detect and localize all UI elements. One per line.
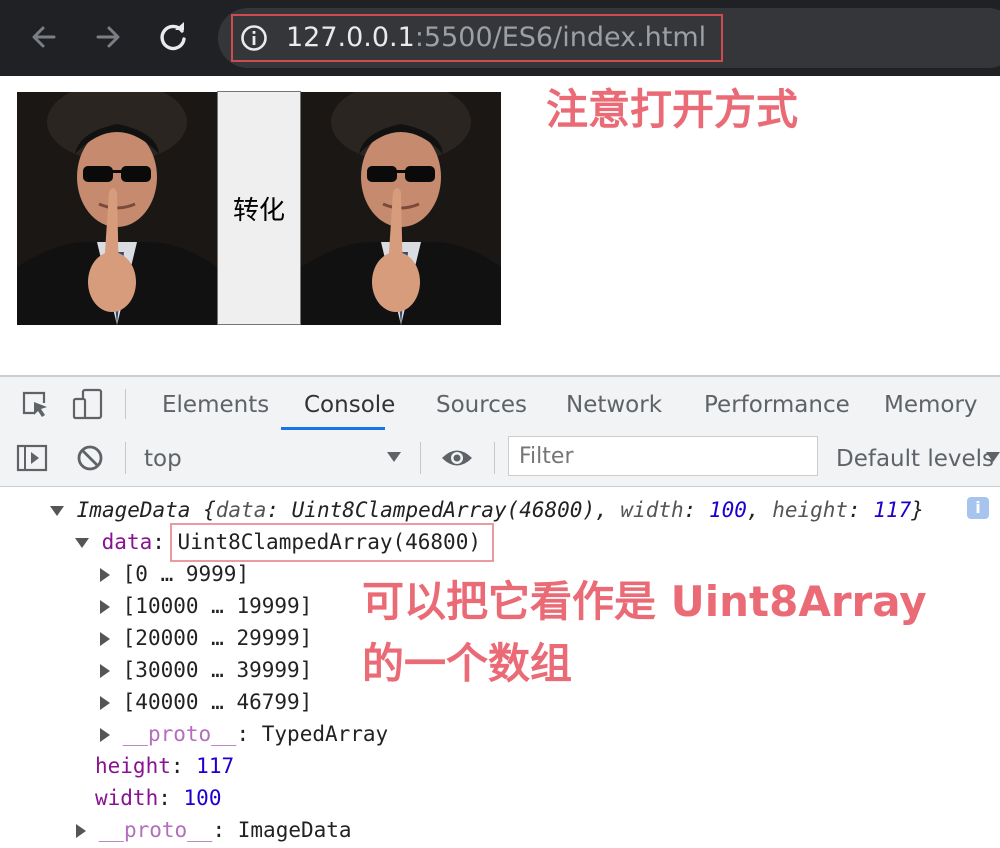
expand-triangle-icon[interactable] — [100, 600, 110, 614]
proto-key: __proto__ — [122, 722, 237, 746]
tab-performance[interactable]: Performance — [704, 377, 850, 430]
summary-open: { — [203, 498, 216, 522]
convert-button[interactable]: 转化 — [217, 91, 301, 325]
summary-width-value: 100 — [708, 498, 747, 522]
console-toolbar: top Default levels — [0, 432, 1000, 487]
console-row-proto-imagedata[interactable]: __proto__: ImageData — [76, 816, 352, 844]
summary-height-key: height — [772, 498, 849, 522]
range-label: [40000 … 46799] — [122, 690, 313, 714]
expand-triangle-icon[interactable] — [76, 824, 86, 838]
levels-chevron-down-icon[interactable] — [986, 452, 1000, 462]
summary-close: } — [911, 498, 924, 522]
source-image — [17, 92, 217, 325]
reload-icon[interactable] — [155, 19, 191, 55]
tabbar-separator — [125, 389, 126, 419]
tab-elements[interactable]: Elements — [162, 377, 269, 430]
console-row-range-0[interactable]: [0 … 9999] — [100, 560, 249, 588]
log-levels-selector[interactable]: Default levels — [836, 440, 994, 478]
eye-icon[interactable] — [440, 445, 474, 471]
expand-triangle-icon[interactable] — [50, 506, 64, 516]
tab-sources[interactable]: Sources — [436, 377, 527, 430]
summary-data-key: data — [215, 498, 267, 522]
forward-arrow-icon[interactable] — [90, 19, 126, 55]
width-key: width — [95, 786, 159, 810]
expand-triangle-icon[interactable] — [100, 728, 110, 742]
summary-height-value: 117 — [873, 498, 912, 522]
console-row-proto-typed[interactable]: __proto__: TypedArray — [100, 720, 388, 748]
back-arrow-icon[interactable] — [26, 19, 62, 55]
inspect-element-icon[interactable] — [20, 389, 50, 419]
expand-triangle-icon[interactable] — [75, 538, 89, 548]
show-sidebar-icon[interactable] — [16, 443, 48, 473]
console-row-range-1[interactable]: [10000 … 19999] — [100, 592, 312, 620]
expand-triangle-icon[interactable] — [100, 696, 110, 710]
range-label: [20000 … 29999] — [122, 626, 313, 650]
toolbar-separator — [125, 442, 126, 474]
console-row-summary[interactable]: ImageData {data: Uint8ClampedArray(46800… — [50, 496, 924, 524]
summary-width-key: width — [620, 498, 684, 522]
filter-input[interactable] — [508, 436, 818, 476]
annotation-open-method: 注意打开方式 — [546, 85, 799, 134]
proto-value: ImageData — [237, 818, 352, 842]
tab-console[interactable]: Console — [304, 377, 395, 430]
expand-triangle-icon[interactable] — [100, 632, 110, 646]
console-row-range-4[interactable]: [40000 … 46799] — [100, 688, 312, 716]
height-key: height — [95, 754, 171, 778]
devtools-tabbar: Elements Console Sources Network Perform… — [0, 377, 1000, 433]
output-image — [301, 92, 501, 325]
range-label: [0 … 9999] — [122, 562, 250, 586]
url-highlight-box — [231, 14, 723, 62]
proto-value: TypedArray — [261, 722, 389, 746]
uint8-highlight-box — [170, 523, 494, 562]
context-selector[interactable]: top — [144, 440, 182, 478]
summary-type: ImageData — [76, 498, 191, 522]
device-toolbar-icon[interactable] — [72, 387, 104, 421]
data-key: data — [101, 530, 153, 554]
range-label: [30000 … 39999] — [122, 658, 313, 682]
expand-triangle-icon[interactable] — [100, 568, 110, 582]
height-value: 117 — [196, 754, 235, 778]
tab-memory[interactable]: Memory — [884, 377, 978, 430]
toolbar-separator — [494, 442, 495, 474]
context-chevron-down-icon[interactable] — [387, 452, 401, 462]
console-row-range-3[interactable]: [30000 … 39999] — [100, 656, 312, 684]
proto-key: __proto__ — [98, 818, 213, 842]
range-label: [10000 … 19999] — [122, 594, 313, 618]
tab-network[interactable]: Network — [566, 377, 662, 430]
annotation-array-line1: 可以把它看作是 Uint8Array — [362, 577, 927, 626]
console-row-range-2[interactable]: [20000 … 29999] — [100, 624, 312, 652]
console-row-height: height: 117 — [95, 754, 235, 778]
toolbar-separator — [420, 442, 421, 474]
annotation-array-line2: 的一个数组 — [362, 639, 573, 688]
expand-triangle-icon[interactable] — [100, 664, 110, 678]
width-value: 100 — [183, 786, 222, 810]
summary-data-value: Uint8ClampedArray(46800) — [291, 498, 596, 522]
info-icon[interactable]: i — [967, 497, 989, 519]
active-tab-indicator — [281, 427, 385, 430]
clear-console-icon[interactable] — [76, 444, 104, 472]
console-row-width: width: 100 — [95, 786, 222, 810]
